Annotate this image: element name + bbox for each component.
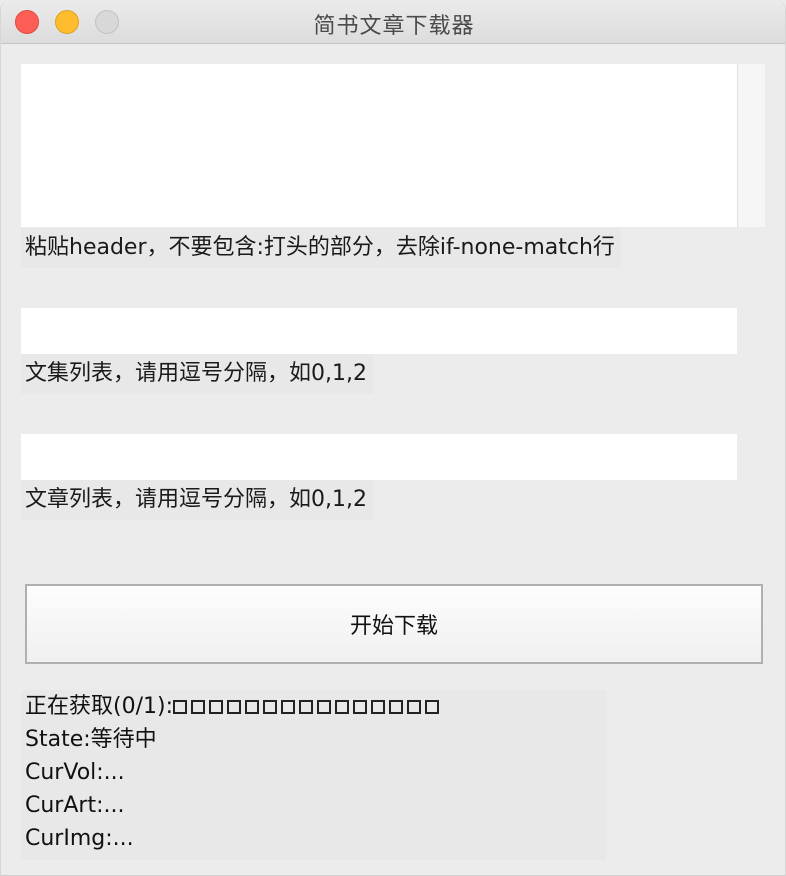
progress-box	[227, 700, 241, 714]
progress-box	[245, 700, 259, 714]
collections-input[interactable]	[21, 308, 737, 354]
articles-input[interactable]	[21, 434, 737, 480]
header-textarea-scrollbar[interactable]	[737, 64, 765, 227]
cur-vol-line: CurVol:...	[25, 760, 125, 785]
collections-hint-label: 文集列表，请用逗号分隔，如0,1,2	[21, 354, 373, 394]
status-panel: 正在获取(0/1): State:等待中 CurVol:... CurArt:.…	[21, 690, 606, 860]
fetching-label: 正在获取(0/1):	[25, 694, 173, 719]
progress-box	[371, 700, 385, 714]
progress-box	[353, 700, 367, 714]
fetching-progress-line: 正在获取(0/1):	[25, 690, 606, 723]
progress-box	[425, 700, 439, 714]
progress-box	[209, 700, 223, 714]
progress-box	[263, 700, 277, 714]
app-window: 简书文章下载器 粘贴header，不要包含:打头的部分，去除if-none-ma…	[0, 0, 786, 876]
state-line: State:等待中	[25, 727, 157, 752]
progress-box	[281, 700, 295, 714]
start-download-button[interactable]: 开始下载	[25, 584, 763, 664]
cur-art-line: CurArt:...	[25, 793, 125, 818]
header-hint-label: 粘贴header，不要包含:打头的部分，去除if-none-match行	[21, 228, 621, 268]
progress-box	[191, 700, 205, 714]
progress-box	[173, 700, 187, 714]
header-textarea[interactable]	[21, 64, 737, 227]
progress-box	[299, 700, 313, 714]
cur-img-line: CurImg:...	[25, 826, 134, 851]
progress-box	[389, 700, 403, 714]
window-title: 简书文章下载器	[313, 14, 475, 39]
title-bar[interactable]: 简书文章下载器	[1, 0, 785, 44]
progress-boxes	[173, 694, 443, 719]
progress-box	[335, 700, 349, 714]
articles-hint-label: 文章列表，请用逗号分隔，如0,1,2	[21, 480, 373, 520]
progress-box	[407, 700, 421, 714]
progress-box	[317, 700, 331, 714]
